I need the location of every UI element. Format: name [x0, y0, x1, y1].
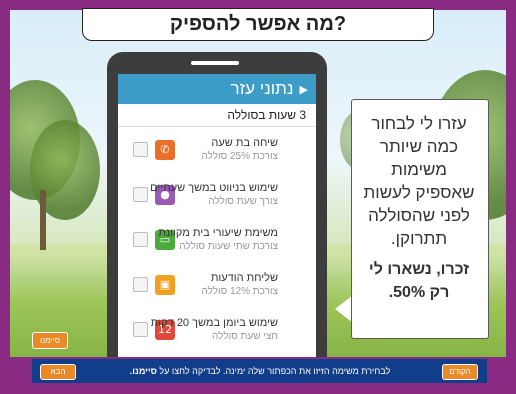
phone-header: ▶ נתוני עזר	[118, 74, 316, 104]
phone-screen: ▶ נתוני עזר 3 שעות בסוללה ✆ שיחה בת שעה צ…	[118, 74, 316, 362]
task-cost: חצי שעת סוללה	[211, 331, 278, 342]
task-cost: צורכת שתי שעות סוללה	[179, 241, 278, 252]
instructions-bold: סיימנו.	[129, 366, 157, 376]
activity-frame: מה אפשר להספיק? ▶ נתוני עזר 3 שעות בסוללה…	[0, 0, 516, 394]
page-title-box: מה אפשר להספיק?	[82, 8, 434, 41]
task-name: שימוש ביומן במשך 20 דקות	[150, 317, 278, 329]
task-name: שליחת הודעות	[210, 272, 278, 284]
task-name: משימת שיעורי בית מקוונת	[158, 227, 278, 239]
task-row[interactable]: ▭ משימת שיעורי בית מקוונת צורכת שתי שעות…	[118, 222, 316, 262]
speech-bubble: עזרו לי לבחור כמה שיותר משימות שאספיק לע…	[351, 99, 489, 339]
task-row[interactable]: ▣ שליחת הודעות צורכת 12% סוללה	[118, 267, 316, 307]
phone-mockup: ▶ נתוני עזר 3 שעות בסוללה ✆ שיחה בת שעה צ…	[107, 52, 327, 362]
task-row[interactable]: ✆ שיחה בת שעה צורכת 25% סוללה	[118, 132, 316, 172]
prev-button[interactable]: הקודם	[442, 364, 478, 380]
bubble-instructions: עזרו לי לבחור כמה שיותר משימות שאספיק לע…	[363, 114, 475, 248]
task-cost: צורכת 25% סוללה	[201, 151, 278, 162]
task-name: שיחה בת שעה	[211, 137, 278, 149]
page-title: מה אפשר להספיק?	[169, 13, 347, 35]
task-cost: צורך שעת סוללה	[208, 196, 278, 207]
finish-button[interactable]: סיימנו	[32, 332, 68, 349]
bubble-reminder: זכרו, נשארו לי רק 50%.	[368, 261, 470, 301]
battery-label: 3 שעות בסוללה	[118, 104, 316, 127]
phone-speaker	[191, 61, 239, 65]
task-row[interactable]: 12 שימוש ביומן במשך 20 דקות חצי שעת סולל…	[118, 312, 316, 352]
task-name: שימוש בניווט במשך שעתיים	[150, 182, 278, 194]
phone-header-title: נתוני עזר	[230, 79, 294, 98]
task-cost: צורכת 12% סוללה	[201, 286, 278, 297]
instructions-main: לבחירת משימה הזיזו את הכפתור שלה ימינה. …	[159, 366, 391, 376]
next-button[interactable]: הבא	[40, 364, 76, 380]
bottom-toolbar-inner: הבא לבחירת משימה הזיזו את הכפתור שלה ימי…	[32, 359, 487, 383]
instructions-text: לבחירת משימה הזיזו את הכפתור שלה ימינה. …	[110, 359, 410, 383]
chevron-right-icon: ▶	[299, 83, 308, 96]
bottom-toolbar: הבא לבחירת משימה הזיזו את הכפתור שלה ימי…	[10, 357, 506, 384]
task-row[interactable]: ● שימוש בניווט במשך שעתיים צורך שעת סולל…	[118, 177, 316, 217]
